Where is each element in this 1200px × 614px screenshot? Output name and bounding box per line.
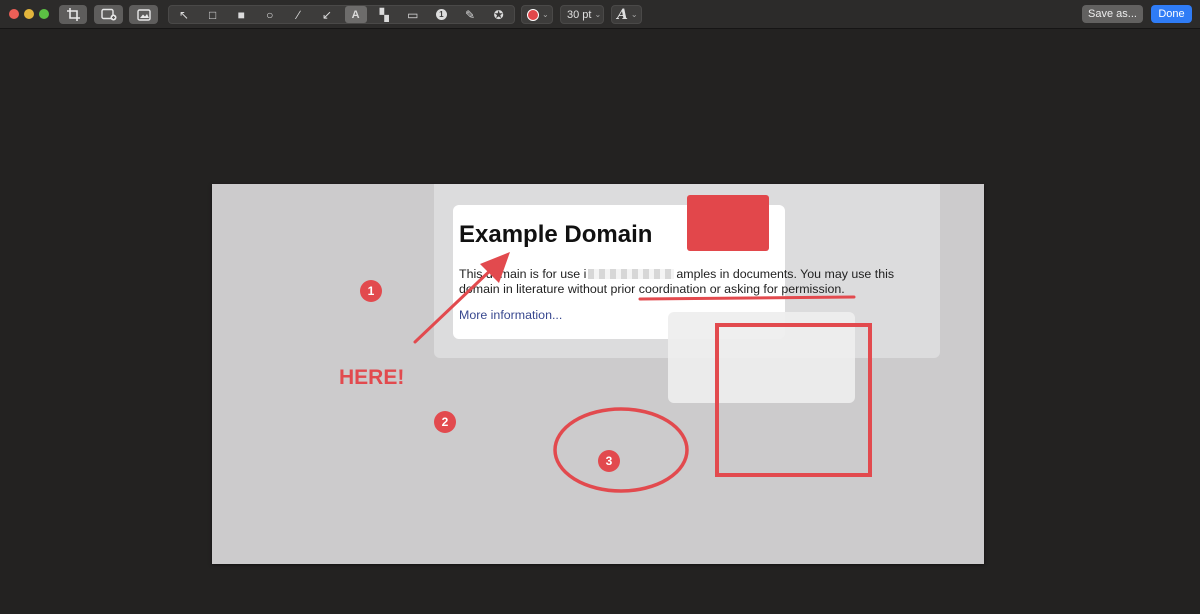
pixelate-icon: ▚: [379, 7, 389, 22]
crop-icon: [66, 8, 80, 21]
image-add-icon: [100, 8, 116, 21]
rectangle-filled-tool-button[interactable]: ■: [230, 6, 252, 23]
toolbar: ↖ □ ■ ○ ∕ ↙ A ▚ ▭ 1 ✎ ✪ ⌄ 30 pt ⌄ A ⌄ Save as... Do…: [0, 0, 1200, 29]
image-icon: [136, 8, 151, 21]
counter-icon: 1: [435, 9, 447, 20]
rectangle-outline-tool-button[interactable]: □: [202, 6, 224, 23]
annotation-tools: ↖ □ ■ ○ ∕ ↙ A ▚ ▭ 1 ✎ ✪: [168, 5, 515, 24]
ellipse-icon: ○: [266, 7, 274, 22]
rectangle-filled-icon: ■: [237, 7, 245, 22]
color-picker[interactable]: ⌄: [521, 5, 553, 24]
crop-button[interactable]: [59, 5, 87, 24]
select-arrow-icon: ↖: [178, 7, 190, 22]
select-arrow-tool-button[interactable]: ↖: [173, 6, 195, 23]
chevron-down-icon: ⌄: [594, 10, 602, 19]
ellipse-annotation[interactable]: [553, 407, 689, 493]
save-as-button[interactable]: Save as...: [1082, 5, 1143, 23]
ellipse-tool-button[interactable]: ○: [259, 6, 281, 23]
font-style-dropdown[interactable]: A ⌄: [611, 5, 642, 24]
zoom-window-button[interactable]: [39, 9, 49, 19]
pencil-tool-button[interactable]: ✎: [459, 6, 481, 23]
font-size-value: 30 pt: [567, 8, 592, 21]
stamp-icon: ✪: [493, 7, 504, 22]
highlight-box-tool-button[interactable]: ▭: [402, 6, 424, 23]
image-button[interactable]: [129, 5, 158, 24]
done-button[interactable]: Done: [1151, 5, 1192, 23]
counter-badge-1[interactable]: 1: [360, 280, 382, 302]
text-annotation[interactable]: HERE!: [339, 366, 404, 390]
counter-tool-button[interactable]: 1: [430, 6, 452, 23]
highlight-box-icon: ▭: [407, 7, 419, 22]
add-image-button[interactable]: [94, 5, 123, 24]
font-size-dropdown[interactable]: 30 pt ⌄: [560, 5, 604, 24]
minimize-window-button[interactable]: [24, 9, 34, 19]
stamp-tool-button[interactable]: ✪: [488, 6, 510, 23]
line-tool-button[interactable]: ∕: [287, 6, 309, 23]
annotation-layer: [413, 252, 872, 493]
color-swatch-icon: [527, 8, 539, 21]
arrow-tool-button[interactable]: ↙: [316, 6, 338, 23]
close-window-button[interactable]: [9, 9, 19, 19]
text-tool-icon: A: [351, 8, 360, 21]
pencil-icon: ✎: [464, 7, 476, 22]
counter-badge-3[interactable]: 3: [598, 450, 620, 472]
counter-badge-2[interactable]: 2: [434, 411, 456, 433]
arrow-annotation-head[interactable]: [480, 252, 510, 283]
line-icon: ∕: [297, 7, 300, 22]
arrow-icon: ↙: [321, 7, 333, 22]
chevron-down-icon: ⌄: [542, 10, 549, 19]
font-style-icon: A: [617, 6, 628, 23]
chevron-down-icon: ⌄: [630, 10, 638, 19]
text-tool-tool-button[interactable]: A: [344, 6, 367, 23]
underline-annotation[interactable]: [638, 295, 856, 301]
arrow-annotation-shaft[interactable]: [413, 264, 497, 344]
screenshot-canvas[interactable]: Example Domain This domain is for use ia…: [212, 184, 984, 564]
rectangle-outline-icon: □: [208, 7, 217, 22]
rectangle-outline-annotation[interactable]: [715, 323, 872, 477]
pixelate-tool-button[interactable]: ▚: [373, 6, 395, 23]
